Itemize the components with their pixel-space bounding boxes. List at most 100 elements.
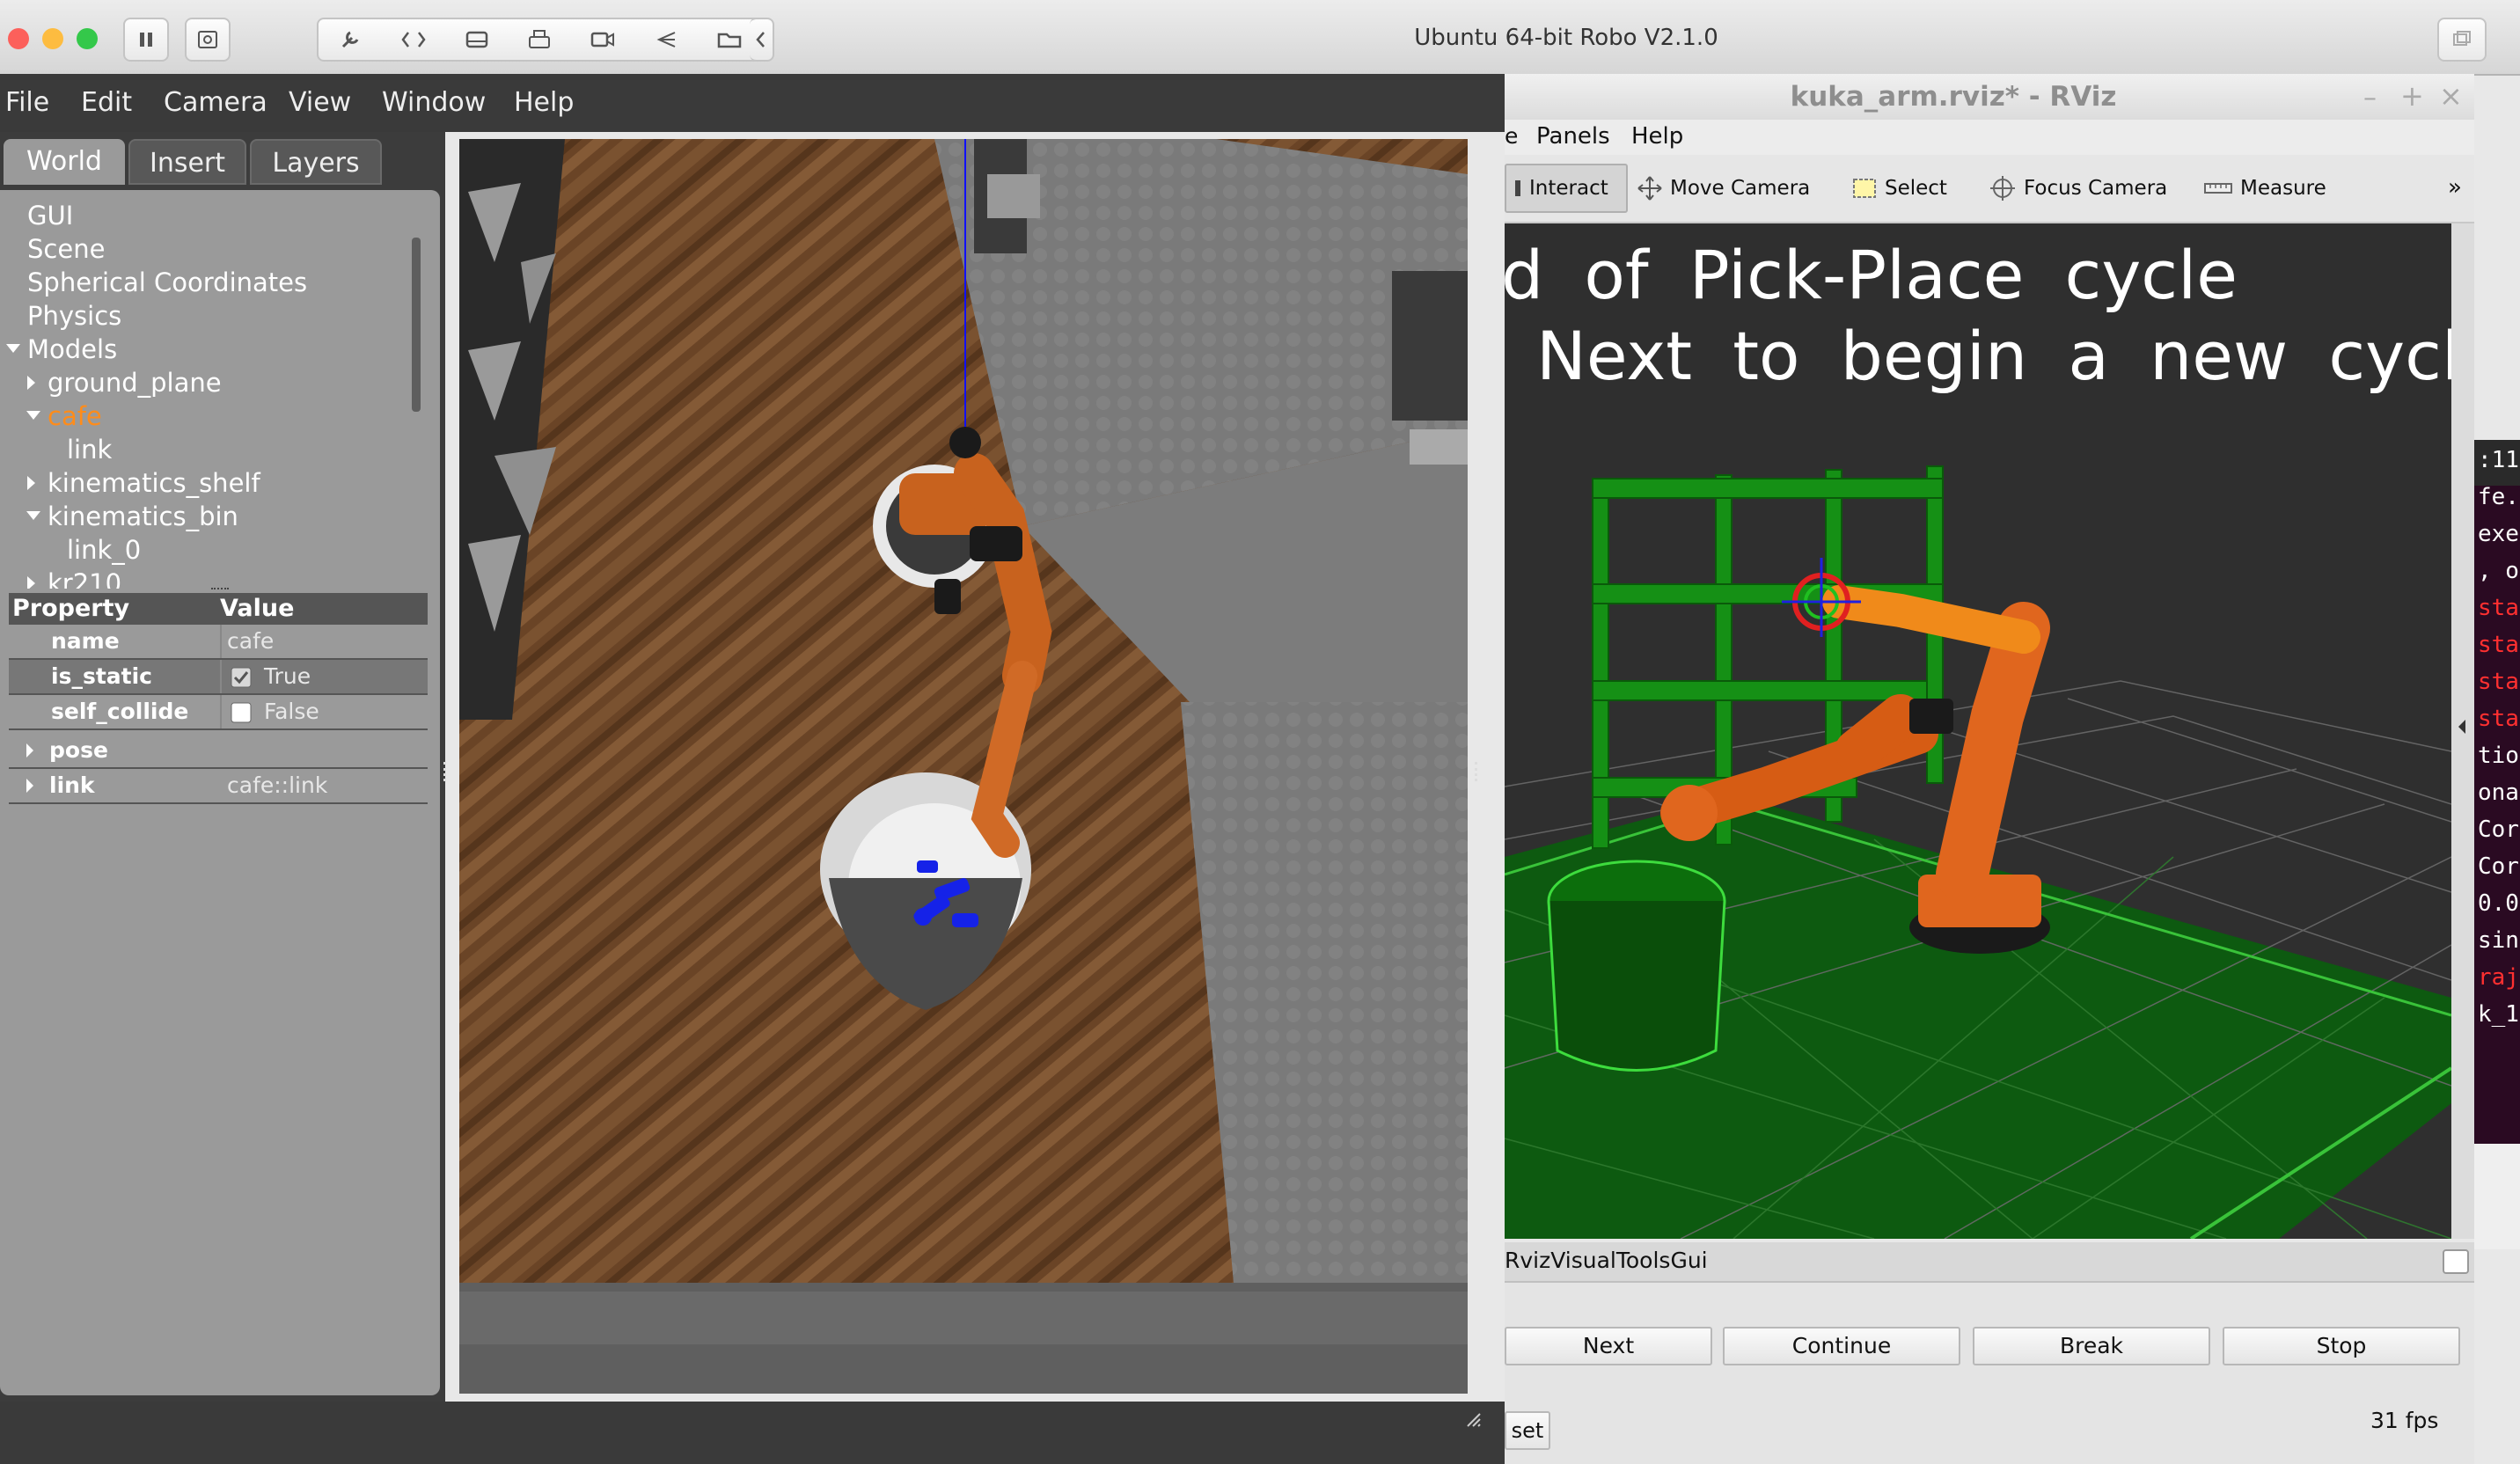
panel-splitter[interactable]	[443, 762, 451, 781]
checkbox[interactable]	[231, 667, 252, 688]
tree-item-cafe[interactable]: cafe	[26, 399, 102, 433]
camera-icon[interactable]	[590, 29, 616, 50]
tool-select[interactable]: Select	[1851, 164, 1947, 213]
tree-item-label: kinematics_shelf	[48, 468, 260, 498]
rviz-window-title: kuka_arm.rviz* - RViz	[1790, 81, 2117, 113]
viewport-splitter-right[interactable]	[1475, 762, 1483, 781]
tree-item-physics[interactable]: Physics	[27, 299, 121, 333]
rviz-maximize-button[interactable]: +	[2400, 79, 2424, 113]
tree-item-models[interactable]: Models	[6, 333, 117, 366]
terminal-line: , o	[2478, 558, 2519, 584]
resize-grip-icon[interactable]	[1464, 1410, 1482, 1428]
panel-header: RvizVisualToolsGui	[1505, 1242, 2474, 1283]
tab-world[interactable]: World	[4, 139, 125, 185]
property-row-name[interactable]: name cafe	[9, 625, 428, 660]
tab-insert[interactable]: Insert	[128, 139, 246, 185]
tree-item-scene[interactable]: Scene	[27, 232, 105, 266]
property-value: cafe::link	[227, 772, 328, 798]
rviz-side-collapse-bar[interactable]	[2451, 223, 2474, 1239]
menu-window[interactable]: Window	[382, 74, 486, 132]
rviz-menu-help[interactable]: Help	[1631, 123, 1683, 150]
next-button[interactable]: Next	[1505, 1327, 1712, 1365]
gazebo-menubar: File Edit Camera View Window Help	[0, 74, 1505, 132]
expand-right-icon[interactable]	[25, 575, 37, 589]
expand-down-icon[interactable]	[25, 408, 42, 422]
snapshot-button[interactable]	[185, 18, 231, 62]
property-row-pose[interactable]: pose	[9, 734, 428, 769]
tree-item-kinematics-bin[interactable]: kinematics_bin	[26, 500, 238, 533]
tree-item-link-0[interactable]: link_0	[67, 533, 141, 567]
menu-help[interactable]: Help	[514, 74, 574, 132]
tab-layers[interactable]: Layers	[250, 139, 382, 185]
tool-interact[interactable]: Interact	[1505, 164, 1628, 213]
tool-measure[interactable]: Measure	[2203, 164, 2326, 213]
tree-item-link[interactable]: link	[67, 433, 112, 466]
tool-move-camera[interactable]: Move Camera	[1637, 164, 1810, 213]
overlay-text-line2: Next to begin a new cycle	[1536, 317, 2451, 395]
reset-button[interactable]: set	[1505, 1411, 1550, 1450]
share-icon[interactable]	[654, 29, 678, 50]
terminal-line: :11	[2478, 447, 2519, 473]
property-value: True	[264, 663, 311, 689]
expand-right-icon[interactable]	[25, 475, 37, 491]
rviz-toolbar: Interact Move Camera Select Focus Camera…	[1505, 155, 2474, 223]
overlay-text-line1: d of Pick-Place cycle	[1505, 236, 2238, 314]
zoom-window-button[interactable]	[77, 28, 98, 49]
panel-float-button[interactable]	[2443, 1249, 2469, 1274]
fullscreen-button[interactable]	[2437, 18, 2487, 62]
gazebo-left-panel: World Insert Layers GUI Scene Spherical Co…	[0, 132, 445, 1402]
terminal-window-edge[interactable]: :11 fe.l exe , o sta sta sta sta tio ona Cor Cor 0.0…	[2474, 440, 2520, 1144]
expand-right-icon[interactable]	[25, 778, 35, 794]
tool-select-label: Select	[1885, 177, 1947, 200]
tree-item-gui[interactable]: GUI	[27, 199, 73, 232]
tree-item-label: ground_plane	[48, 368, 222, 398]
tree-item-ground-plane[interactable]: ground_plane	[27, 366, 222, 399]
tree-item-label: kinematics_bin	[48, 501, 238, 531]
menu-edit[interactable]: Edit	[81, 74, 132, 132]
tree-item-kr210[interactable]: kr210	[27, 567, 121, 589]
menu-view[interactable]: View	[289, 74, 351, 132]
fps-label: 31 fps	[2370, 1408, 2439, 1433]
tree-item-label: cafe	[48, 401, 102, 431]
close-window-button[interactable]	[8, 28, 29, 49]
measure-icon	[2203, 179, 2233, 197]
pause-vm-button[interactable]	[123, 18, 169, 62]
expand-right-icon[interactable]	[25, 375, 37, 391]
tree-scrollbar[interactable]	[412, 238, 421, 412]
expand-right-icon[interactable]	[25, 743, 35, 758]
menu-camera[interactable]: Camera	[164, 74, 267, 132]
property-row-self-collide[interactable]: self_collide False	[9, 695, 428, 730]
tool-move-camera-label: Move Camera	[1670, 177, 1811, 200]
expand-down-icon[interactable]	[4, 341, 22, 355]
expand-down-icon[interactable]	[25, 509, 42, 523]
viewport-splitter-left[interactable]	[459, 762, 460, 781]
rviz-minimize-button[interactable]: –	[2363, 83, 2377, 113]
gazebo-3d-viewport[interactable]	[459, 139, 1468, 1394]
continue-button[interactable]: Continue	[1723, 1327, 1960, 1365]
chevron-left-button[interactable]	[750, 18, 774, 62]
property-name: self_collide	[51, 699, 189, 724]
stop-button[interactable]: Stop	[2223, 1327, 2460, 1365]
tree-item-kinematics-shelf[interactable]: kinematics_shelf	[27, 466, 260, 500]
folder-icon[interactable]	[716, 29, 743, 50]
checkbox[interactable]	[231, 702, 252, 723]
rviz-3d-view[interactable]: d of Pick-Place cycle Next to begin a ne…	[1505, 223, 2451, 1239]
break-button[interactable]: Break	[1973, 1327, 2210, 1365]
code-brackets-icon[interactable]	[400, 29, 427, 50]
property-row-is-static[interactable]: is_static True	[9, 660, 428, 695]
tree-item-label: link_0	[67, 535, 142, 565]
rviz-close-button[interactable]: ×	[2439, 79, 2463, 113]
property-value: False	[264, 699, 319, 724]
tool-focus-camera[interactable]: Focus Camera	[1989, 164, 2167, 213]
disk-icon[interactable]	[465, 29, 489, 50]
printer-icon[interactable]	[527, 28, 552, 51]
settings-wrench-icon[interactable]	[338, 27, 363, 52]
select-icon	[1851, 176, 1878, 201]
rviz-menu-panels[interactable]: Panels	[1536, 123, 1610, 150]
minimize-window-button[interactable]	[42, 28, 63, 49]
tree-item-spherical-coordinates[interactable]: Spherical Coordinates	[27, 266, 307, 299]
property-row-link[interactable]: link cafe::link	[9, 769, 428, 804]
world-tree: GUI Scene Spherical Coordinates Physics Mode…	[0, 190, 414, 589]
toolbar-overflow-button[interactable]: »	[2448, 174, 2462, 201]
menu-file[interactable]: File	[5, 74, 49, 132]
